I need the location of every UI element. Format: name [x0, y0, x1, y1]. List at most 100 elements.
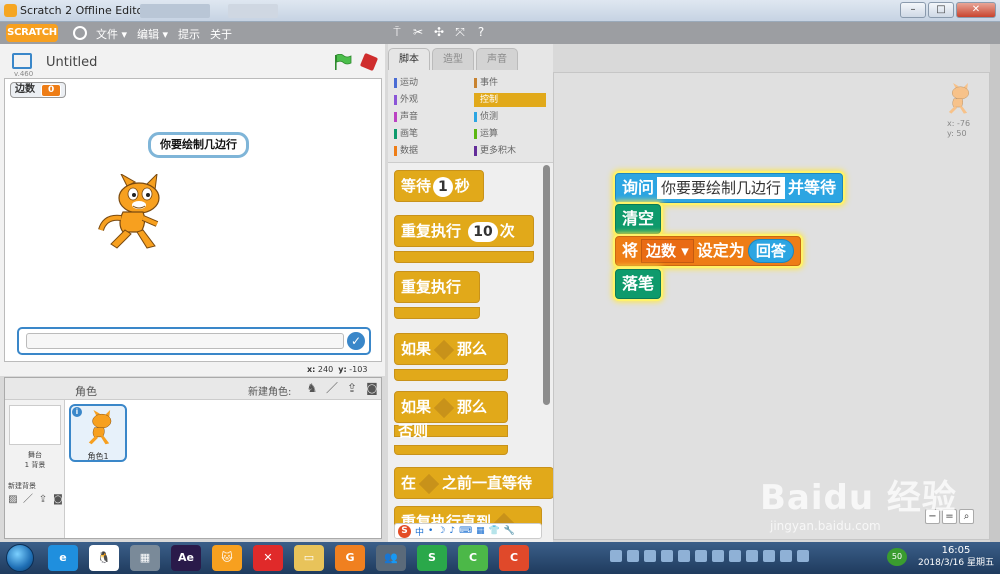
taskbar-app-browser-g-icon[interactable]: G	[335, 545, 365, 571]
grow-icon[interactable]: ✣	[432, 25, 446, 39]
category-control[interactable]: 控制	[474, 93, 546, 107]
block-if-then[interactable]: 如果 那么	[394, 333, 508, 365]
menu-file[interactable]: 文件 ▾	[96, 26, 127, 42]
category-data[interactable]: 数据	[394, 144, 464, 158]
tray-badge[interactable]: 50	[887, 548, 907, 566]
taskbar-app-xmind-icon[interactable]: ✕	[253, 545, 283, 571]
info-icon[interactable]: i	[72, 407, 82, 417]
delete-icon[interactable]: ✂	[411, 25, 425, 39]
taskbar-app-scratch-icon[interactable]: 🐱	[212, 545, 242, 571]
category-motion[interactable]: 运动	[394, 76, 464, 90]
minimize-button[interactable]: –	[900, 2, 926, 18]
block-repeat[interactable]: 重复执行 10 次	[394, 215, 534, 247]
menu-tips[interactable]: 提示	[178, 26, 200, 42]
choose-backdrop-icon[interactable]: ▨	[7, 494, 19, 506]
variable-dropdown[interactable]: 边数 ▾	[641, 239, 694, 263]
tray-icon[interactable]	[627, 550, 639, 562]
ime-chinese[interactable]: 中	[415, 525, 424, 538]
category-looks[interactable]: 外观	[394, 93, 464, 107]
check-icon[interactable]: ✓	[347, 332, 365, 350]
taskbar-app-app-c-green-icon[interactable]: C	[458, 545, 488, 571]
ime-skin-icon[interactable]: 👕	[489, 526, 500, 536]
block-wait-until[interactable]: 在之前一直等待	[394, 467, 554, 499]
category-events[interactable]: 事件	[474, 76, 546, 90]
green-flag-icon[interactable]	[334, 54, 352, 70]
sprite-tile[interactable]: i 角色1	[69, 404, 127, 462]
choose-sprite-icon[interactable]: ♞	[305, 381, 319, 395]
stage-canvas[interactable]: 边数 0 你要绘制几边行 ✓	[4, 78, 382, 362]
taskbar-app-after-effects-icon[interactable]: Ae	[171, 545, 201, 571]
tray-icon[interactable]	[797, 550, 809, 562]
tray-icon[interactable]	[712, 550, 724, 562]
category-more-blocks[interactable]: 更多积木	[474, 144, 546, 158]
fullscreen-icon[interactable]	[12, 53, 32, 69]
tray-icon[interactable]	[644, 550, 656, 562]
camera-sprite-icon[interactable]: ◙	[365, 381, 379, 395]
tray-icon[interactable]	[763, 550, 775, 562]
ime-tools-icon[interactable]: 🔧	[504, 526, 515, 536]
taskbar-app-app-c-red-icon[interactable]: C	[499, 545, 529, 571]
camera-backdrop-icon[interactable]: ◙	[52, 494, 64, 506]
maximize-button[interactable]: □	[928, 2, 954, 18]
answer-reporter[interactable]: 回答	[747, 239, 794, 263]
taskbar-app-folder-icon[interactable]: ▭	[294, 545, 324, 571]
variable-monitor[interactable]: 边数 0	[10, 82, 67, 98]
ime-grid-icon[interactable]: ▦	[476, 526, 485, 536]
stage-thumbnail[interactable]	[9, 405, 61, 445]
close-button[interactable]: ✕	[956, 2, 996, 18]
category-operators[interactable]: 运算	[474, 127, 546, 141]
tray-icon[interactable]	[661, 550, 673, 562]
block-if-else[interactable]: 如果 那么	[394, 391, 508, 423]
upload-backdrop-icon[interactable]: ⇪	[37, 494, 49, 506]
taskbar-app-penguin-icon[interactable]: 🐧	[89, 545, 119, 571]
taskbar-app-calculator-icon[interactable]: ▦	[130, 545, 160, 571]
upload-sprite-icon[interactable]: ⇪	[345, 381, 359, 395]
paint-backdrop-icon[interactable]: ／	[22, 494, 34, 506]
tray-icon[interactable]	[780, 550, 792, 562]
taskbar-app-people-icon[interactable]: 👥	[376, 545, 406, 571]
ime-keyboard-icon[interactable]: ⌨	[459, 526, 472, 536]
tray-icon[interactable]	[610, 550, 622, 562]
tray-icon[interactable]	[695, 550, 707, 562]
tab-scripts[interactable]: 脚本	[388, 48, 430, 70]
menu-edit[interactable]: 编辑 ▾	[137, 26, 168, 42]
cat-sprite[interactable]	[97, 174, 169, 256]
block-clear[interactable]: 清空	[615, 204, 662, 234]
taskbar-app-ie-icon[interactable]: e	[48, 545, 78, 571]
ime-punct[interactable]: •	[428, 526, 433, 536]
paint-sprite-icon[interactable]: ／	[325, 381, 339, 395]
ask-input[interactable]: 你要要绘制几边行	[657, 177, 786, 199]
tab-costumes[interactable]: 造型	[432, 48, 474, 70]
project-title[interactable]: Untitled	[46, 55, 97, 70]
tray-icon[interactable]	[678, 550, 690, 562]
language-globe-icon[interactable]	[73, 26, 87, 40]
sogou-icon[interactable]: S	[398, 524, 411, 538]
category-sound[interactable]: 声音	[394, 110, 464, 124]
answer-input[interactable]	[26, 333, 344, 349]
ime-toolbar[interactable]: S 中 • ☽ ♪ ⌨ ▦ 👕 🔧	[394, 523, 542, 539]
block-pen-down[interactable]: 落笔	[615, 269, 662, 299]
zoom-in-icon[interactable]: ⌕	[959, 509, 974, 524]
tab-sounds[interactable]: 声音	[476, 48, 518, 70]
block-ask-and-wait[interactable]: 询问 你要要绘制几边行 并等待	[615, 173, 844, 203]
tray-icon[interactable]	[729, 550, 741, 562]
category-sensing[interactable]: 侦测	[474, 110, 546, 124]
stop-icon[interactable]	[359, 52, 379, 72]
tray-icon[interactable]	[746, 550, 758, 562]
block-wait[interactable]: 等待 1 秒	[394, 170, 484, 202]
blurred-tab[interactable]	[228, 4, 278, 18]
palette-scrollbar[interactable]	[543, 165, 550, 405]
scratch-logo[interactable]: SCRATCH	[6, 24, 58, 42]
block-forever[interactable]: 重复执行	[394, 271, 480, 303]
start-button[interactable]	[6, 544, 34, 572]
clock[interactable]: 16:05 2018/3/16 星期五	[916, 544, 996, 570]
menu-about[interactable]: 关于	[210, 26, 232, 42]
category-pen[interactable]: 画笔	[394, 127, 464, 141]
block-set-variable[interactable]: 将边数 ▾ 设定为 回答	[615, 236, 801, 266]
blurred-tab[interactable]	[140, 4, 210, 18]
shrink-icon[interactable]: ⤧	[453, 25, 467, 39]
ime-moon-icon[interactable]: ☽	[437, 526, 445, 536]
help-icon[interactable]: ?	[474, 25, 488, 39]
ime-voice-icon[interactable]: ♪	[449, 526, 455, 536]
taskbar-app-app-s-icon[interactable]: S	[417, 545, 447, 571]
